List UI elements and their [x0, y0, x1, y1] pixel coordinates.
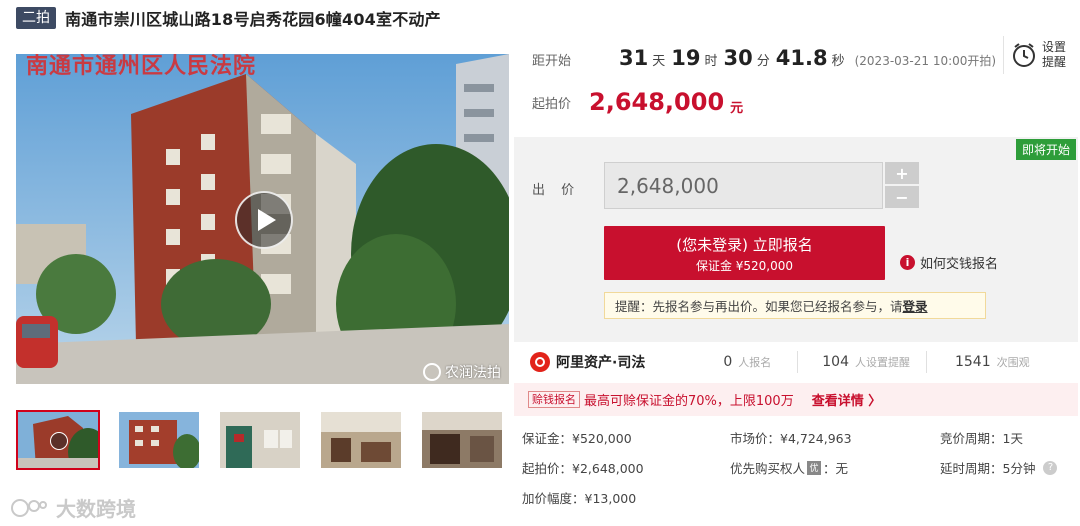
countdown-label: 距开始 [532, 54, 572, 69]
divider [797, 351, 799, 373]
brand-logo-icon [11, 498, 47, 517]
brand-watermark: 大数跨境 [10, 493, 136, 522]
deposit-info: 保证金：¥520,000 [522, 431, 632, 446]
countdown-hours: 19 [671, 46, 701, 70]
decrease-bid-button[interactable]: − [885, 186, 919, 208]
thumbnail-image [220, 412, 300, 468]
register-deposit-label: 保证金 ¥520,000 [695, 259, 794, 273]
help-icon[interactable]: ? [1043, 460, 1058, 475]
thumbnail-5[interactable] [420, 410, 504, 470]
start-price-value: 2,648,000 [589, 88, 725, 116]
thumbnail-1[interactable] [16, 410, 100, 470]
delay-period-info: 延时周期：5分钟 ? [940, 458, 1058, 477]
priority-badge-icon: 优 [807, 460, 822, 475]
countdown-hours-unit: 时 [704, 54, 718, 69]
views-count: 1541 [954, 354, 991, 370]
reminders-stat: 104 人设置提醒 [822, 354, 910, 370]
credit-details-link[interactable]: 查看详情 〉 [812, 390, 882, 409]
countdown-days-unit: 天 [652, 54, 666, 69]
platform-name: 阿里资产·司法 [556, 355, 646, 371]
start-price-unit: 元 [730, 100, 744, 116]
login-notice: 提醒：先报名参与再出价。如果您已经报名参与，请 登录 [604, 292, 986, 319]
countdown-days: 31 [619, 46, 649, 70]
register-button[interactable]: (您未登录) 立即报名 保证金 ¥520,000 [604, 226, 885, 280]
start-price-label: 起拍价 [532, 96, 572, 112]
auction-round-tag: 二拍 [16, 7, 56, 29]
title-row: 二拍 南通市崇川区城山路18号启秀花园6幢404室不动产 [16, 6, 441, 30]
brand-watermark-text: 大数跨境 [56, 497, 136, 521]
divider [925, 351, 927, 373]
countdown-seconds: 41.8 [775, 46, 828, 70]
offline-payment-link[interactable]: i 如何交钱报名 [900, 253, 998, 272]
applicants-label: 人报名 [738, 356, 772, 369]
bid-label: 出 价 [532, 183, 581, 198]
priority-value: ：无 [823, 461, 849, 476]
delay-period-text: 延时周期：5分钟 [940, 461, 1036, 476]
bid-period-info: 竞价周期：1天 [940, 431, 1023, 446]
countdown-minutes-unit: 分 [756, 54, 770, 69]
reminder-line-2: 提醒 [1042, 55, 1067, 69]
thumbnail-3[interactable] [218, 410, 302, 470]
thumbnail-image [119, 412, 199, 468]
start-price-row: 起拍价 2,648,000 元 [532, 88, 743, 116]
applicants-stat: 0 人报名 [723, 354, 771, 370]
credit-tag: 赊钱报名 [528, 391, 580, 408]
market-price-info: 市场价：¥4,724,963 [730, 431, 852, 446]
auction-start-time: (2023-03-21 10:00开拍) [854, 54, 997, 68]
thumbnail-4[interactable] [319, 410, 403, 470]
bid-panel: 即将开始 出 价 + − (您未登录) 立即报名 保证金 ¥520,000 i … [514, 137, 1078, 342]
increase-bid-button[interactable]: + [885, 162, 919, 184]
ali-assets-logo-icon [530, 352, 550, 372]
reminders-label: 人设置提醒 [854, 356, 910, 369]
register-button-label: (您未登录) 立即报名 [676, 236, 813, 254]
set-reminder-button[interactable]: 设置 提醒 [1003, 36, 1073, 74]
increment-info: 加价幅度：¥13,000 [522, 491, 637, 506]
reminders-count: 104 [822, 354, 849, 370]
play-icon [257, 209, 276, 231]
priority-buyer-info: 优先购买权人 优 ：无 [730, 458, 848, 477]
login-link[interactable]: 登录 [903, 296, 928, 315]
thumbnail-2[interactable] [117, 410, 201, 470]
main-property-image[interactable]: 南通市通州区人民法院 农润法拍 [16, 54, 509, 384]
credit-description: 最高可赊保证金的70%，上限100万 [584, 394, 794, 409]
credit-registration-bar: 赊钱报名 最高可赊保证金的70%，上限100万 查看详情 〉 [514, 383, 1078, 416]
priority-label: 优先购买权人 [730, 461, 806, 476]
alarm-clock-icon [1013, 43, 1035, 67]
thumbnail-image [422, 412, 502, 468]
applicants-count: 0 [723, 354, 733, 370]
thumbnail-strip [16, 410, 504, 470]
offline-payment-text: 如何交钱报名 [920, 257, 999, 272]
court-overlay-text: 南通市通州区人民法院 [26, 54, 257, 79]
page-title: 南通市崇川区城山路18号启秀花园6幢404室不动产 [65, 10, 441, 29]
countdown-row: 距开始 31 天 19 时 30 分 41.8 秒 (2023-03-21 10… [532, 46, 996, 70]
stats-row: 阿里资产·司法 0 人报名 104 人设置提醒 1541 次围观 [514, 342, 1078, 382]
watermark-text: 农润法拍 [445, 365, 501, 381]
views-label: 次围观 [996, 356, 1030, 369]
play-video-button[interactable] [235, 191, 293, 249]
photo-watermark: 农润法拍 [423, 362, 501, 382]
notice-text: 提醒：先报名参与再出价。如果您已经报名参与，请 [615, 299, 903, 314]
platform-brand: 阿里资产·司法 [530, 352, 645, 372]
thumbnail-image [321, 412, 401, 468]
views-stat: 1541 次围观 [955, 354, 1030, 370]
watermark-logo-icon [423, 363, 441, 381]
start-price-info: 起拍价：¥2,648,000 [522, 461, 644, 476]
countdown-minutes: 30 [723, 46, 753, 70]
bid-amount-input[interactable] [604, 162, 883, 209]
countdown-seconds-unit: 秒 [831, 54, 845, 69]
reminder-line-1: 设置 [1042, 40, 1067, 54]
thumbnail-play-icon [50, 432, 68, 450]
info-icon: i [900, 255, 915, 270]
status-badge: 即将开始 [1015, 139, 1076, 160]
